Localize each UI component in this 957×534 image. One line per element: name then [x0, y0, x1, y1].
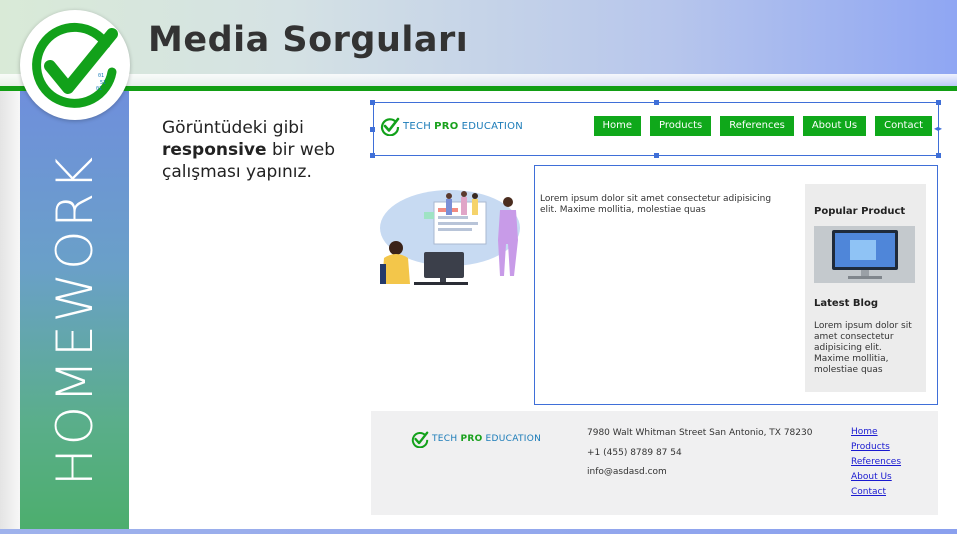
instruction-bold: responsive: [162, 140, 267, 160]
selection-handle[interactable]: [370, 100, 375, 105]
footer-link-contact[interactable]: Contact: [851, 487, 901, 498]
brand-logo[interactable]: TECH PRO EDUCATION: [380, 116, 523, 136]
footer-brand-part-2: PRO: [460, 434, 483, 444]
sidebar-panel: Popular Product Latest Blog Lorem ipsum …: [805, 184, 926, 392]
header-band: [0, 0, 957, 86]
resize-arrow-icon[interactable]: ◂▸: [934, 124, 942, 133]
checkmark-logo: 01 51 01: [20, 10, 130, 120]
footer-brand-part-1: TECH: [432, 434, 458, 444]
product-image[interactable]: [814, 226, 915, 283]
left-edge: [0, 91, 20, 534]
blog-paragraph: Lorem ipsum dolor sit amet consectetur a…: [814, 321, 912, 375]
nav-contact-button[interactable]: Contact: [875, 116, 932, 136]
popular-product-title: Popular Product: [814, 206, 906, 217]
footer-link-home[interactable]: Home: [851, 427, 901, 438]
selection-handle[interactable]: [654, 100, 659, 105]
selection-handle[interactable]: [654, 153, 659, 158]
logo-digits-1: 01: [98, 73, 104, 79]
header-divider: [0, 86, 957, 91]
nav-menu: Home Products References About Us Contac…: [593, 116, 932, 136]
footer-email: info@asdasd.com: [587, 467, 667, 477]
monitor-icon: [814, 226, 915, 283]
office-illustration: [380, 190, 520, 285]
footer-brand-part-3: EDUCATION: [485, 434, 542, 444]
main-paragraph: Lorem ipsum dolor sit amet consectetur a…: [540, 194, 772, 215]
content-section: Lorem ipsum dolor sit amet consectetur a…: [534, 165, 938, 405]
footer-link-products[interactable]: Products: [851, 442, 901, 453]
nav-home-button[interactable]: Home: [593, 116, 642, 136]
mock-footer: TECH PRO EDUCATION 7980 Walt Whitman Stree…: [371, 411, 938, 515]
brand-check-icon: [380, 117, 400, 136]
instruction-pre: Görüntüdeki gibi: [162, 118, 304, 138]
nav-about-button[interactable]: About Us: [802, 116, 867, 136]
footer-link-references[interactable]: References: [851, 457, 901, 468]
brand-part-3: EDUCATION: [461, 120, 524, 132]
footer-phone: +1 (455) 8789 87 54: [587, 448, 682, 458]
brand-part-1: TECH: [403, 120, 432, 132]
footer-check-icon: [411, 431, 429, 448]
checkmark-icon: 01 51 01: [32, 22, 118, 108]
footer-links: Home Products References About Us Contac…: [851, 427, 901, 498]
side-label: HOMEWORK: [46, 153, 104, 487]
logo-digits-3: 01: [96, 86, 102, 92]
brand-part-2: PRO: [434, 120, 459, 132]
selection-handle[interactable]: [370, 153, 375, 158]
selection-handle[interactable]: [936, 153, 941, 158]
selection-handle[interactable]: [936, 100, 941, 105]
slide-title: Media Sorguları: [148, 20, 469, 60]
instruction-text: Görüntüdeki gibi responsive bir web çalı…: [162, 117, 362, 183]
nav-products-button[interactable]: Products: [650, 116, 712, 136]
latest-blog-title: Latest Blog: [814, 298, 878, 309]
footer-link-about[interactable]: About Us: [851, 472, 901, 483]
mock-navbar[interactable]: TECH PRO EDUCATION Home Products Reference…: [373, 102, 939, 156]
nav-references-button[interactable]: References: [720, 116, 794, 136]
selection-handle[interactable]: [370, 127, 375, 132]
footer-address: 7980 Walt Whitman Street San Antonio, TX…: [587, 428, 813, 438]
footer-brand-logo[interactable]: TECH PRO EDUCATION: [411, 430, 541, 448]
bottom-bar: [0, 529, 957, 534]
